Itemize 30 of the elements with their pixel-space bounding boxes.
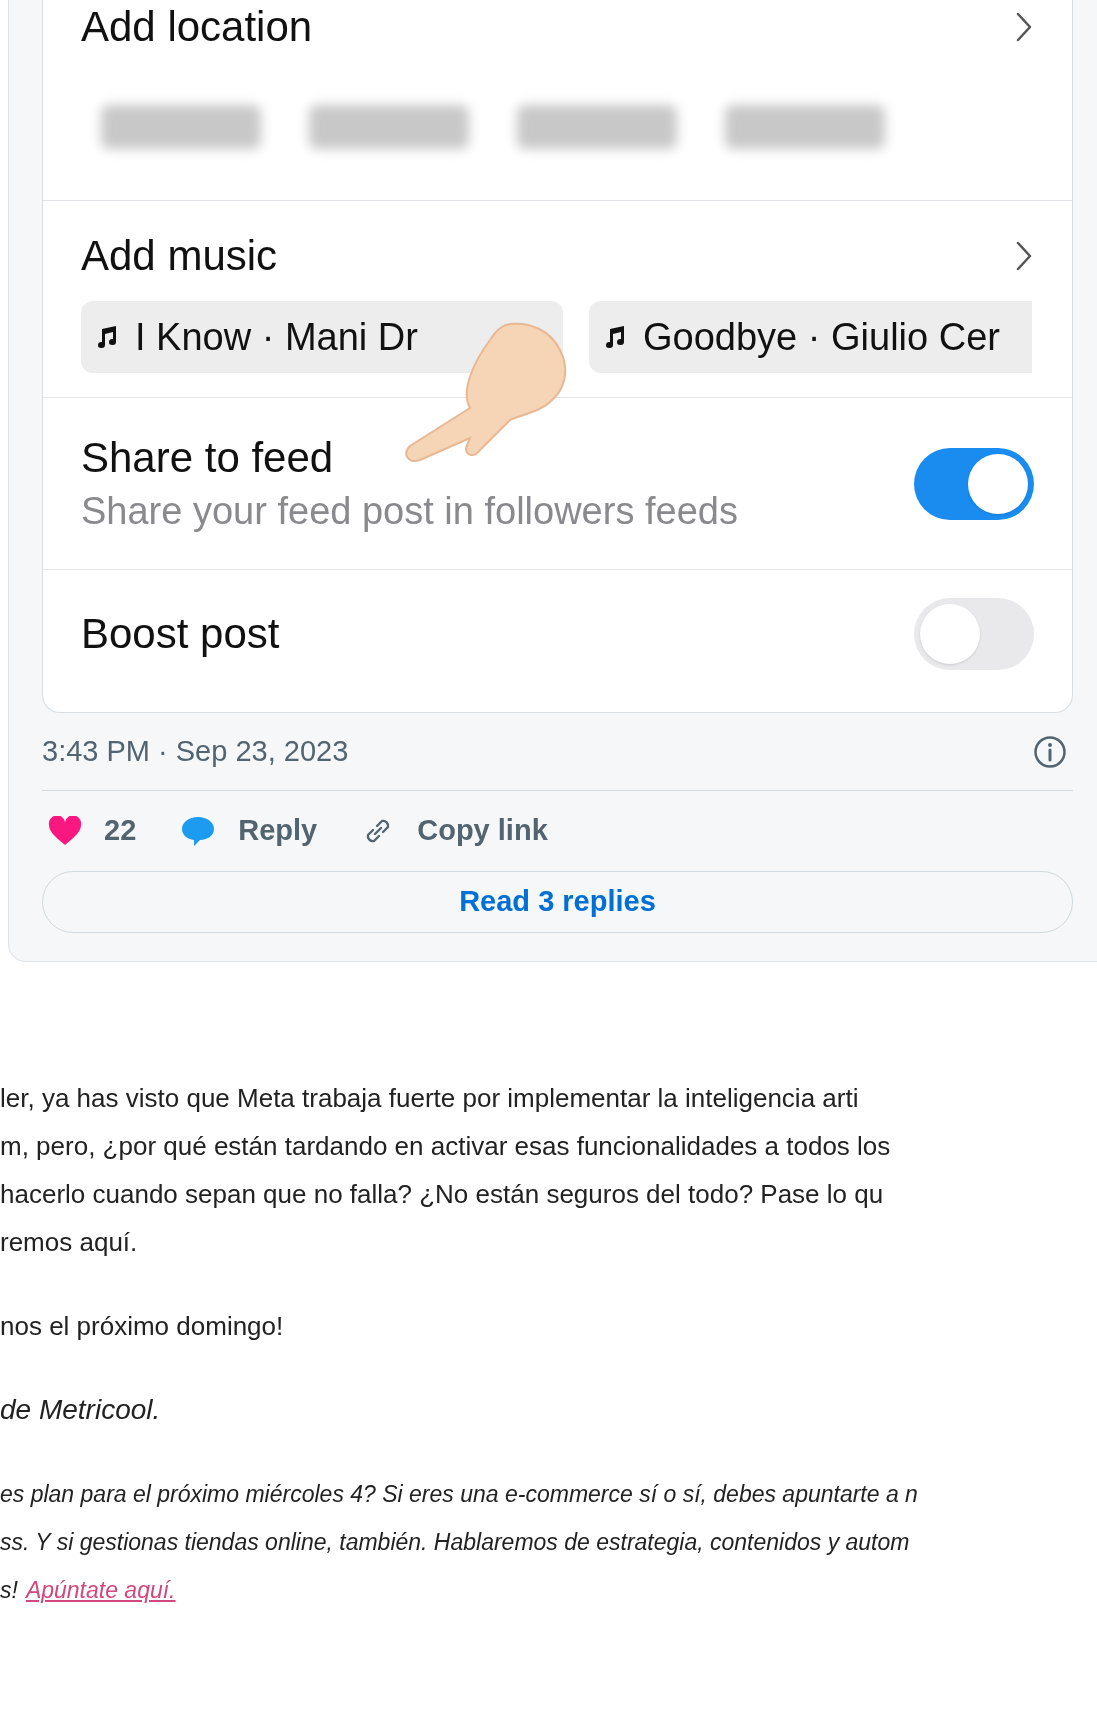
music-note-icon (97, 325, 119, 349)
music-note-icon (605, 325, 627, 349)
row-subtitle: Share your feed post in followers feeds (81, 488, 738, 534)
info-icon (1033, 734, 1067, 769)
chevron-right-icon (1016, 12, 1032, 42)
speech-bubble-icon (180, 815, 217, 847)
song-title: Goodbye · Giulio Cer (643, 314, 1000, 360)
signup-link[interactable]: Apúntate aquí. (25, 1566, 176, 1614)
action-button[interactable]: 22 (48, 809, 137, 853)
timestamp: 3:43 PM · Sep 23, 2023 (42, 733, 349, 769)
row-label: Add music (81, 235, 278, 277)
song-chip[interactable]: I Know · Mani Dr (81, 301, 563, 373)
action-button[interactable]: Copy link (361, 809, 548, 853)
action-button[interactable]: Reply (180, 809, 318, 853)
chevron-right-icon (1016, 241, 1032, 271)
text-line: ss. Y si gestionas tiendas online, también. Hablaremos de estrategia, contenidos y autom (0, 1528, 911, 1557)
row-label: Add location (81, 6, 313, 48)
song-title: I Know · Mani Dr (135, 314, 418, 360)
text-line: m, pero, ¿por qué están tardando en activar esas funcionalidades a todos los (0, 1130, 892, 1163)
text-line: es plan para el próximo miércoles 4? Si eres una e-commerce sí o sí, debes apuntarte a n (0, 1480, 919, 1509)
text-line: s! (0, 1576, 18, 1605)
heart-icon (48, 816, 82, 846)
song-chip[interactable]: Goodbye · Giulio Cer (589, 301, 1032, 373)
text-line: hacerlo cuando sepan que no falla? ¿No están seguros del todo? Pase lo qu (0, 1178, 885, 1211)
text-line: de Metricool. (0, 1393, 162, 1427)
text-line: remos aquí. (0, 1226, 139, 1259)
text-line: nos el próximo domingo! (0, 1310, 285, 1343)
row-label: Share to feed (81, 432, 335, 483)
row-label: Boost post (81, 609, 280, 659)
text-line: ler, ya has visto que Meta trabaja fuerte por implementar la inteligencia arti (0, 1082, 860, 1115)
